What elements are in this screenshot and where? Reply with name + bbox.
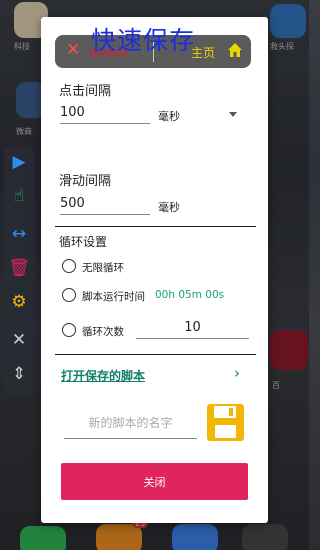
script-name-underline (64, 438, 197, 439)
close-button[interactable]: 关闭 (61, 463, 248, 500)
click-interval-label: 点击间隔 (59, 84, 112, 99)
unit-dropdown-caret-icon[interactable] (229, 112, 237, 117)
dialog-title: 快速保存 (91, 26, 196, 55)
radio-run-time-label: 脚本运行时间 (82, 291, 145, 303)
run-time-value[interactable]: 00h 05m 00s (155, 289, 224, 301)
swipe-interval-unit: 毫秒 (158, 201, 180, 214)
close-icon[interactable]: ✕ (4, 327, 34, 353)
play-icon[interactable]: ▶ (4, 149, 34, 175)
loop-count-input[interactable] (136, 320, 249, 339)
radio-loop-count-label: 循环次数 (82, 326, 124, 338)
swipe-interval-label: 滑动间隔 (59, 174, 112, 189)
swipe-arrows-icon[interactable]: ↔ (4, 221, 34, 247)
floating-toolbar: ▶ ☝ ↔ 🗑 ⚙ ✕ ⇕ (4, 147, 34, 395)
chevron-right-icon[interactable]: › (234, 364, 240, 382)
save-floppy-icon[interactable] (207, 404, 244, 445)
section-divider (55, 226, 256, 227)
swipe-interval-input[interactable] (60, 196, 150, 215)
tap-hand-icon[interactable]: ☝ (4, 183, 34, 209)
close-x-icon[interactable]: ✕ (66, 40, 80, 60)
trash-icon[interactable]: 🗑 (4, 255, 34, 281)
radio-infinite-loop-label: 无限循环 (82, 262, 124, 274)
loop-settings-label: 循环设置 (59, 235, 108, 249)
radio-loop-count[interactable] (62, 323, 76, 337)
click-interval-unit: 毫秒 (158, 110, 180, 123)
quick-save-dialog: ✕ 保存脚本 主页 快速保存 点击间隔 毫秒 滑动间隔 毫秒 循环设置 无限循环… (41, 17, 268, 523)
radio-run-time[interactable] (62, 288, 76, 302)
gear-icon[interactable]: ⚙ (4, 289, 34, 315)
radio-infinite-loop[interactable] (62, 259, 76, 273)
section-divider (55, 354, 256, 355)
home-icon[interactable] (227, 42, 243, 62)
click-interval-input[interactable] (60, 105, 150, 124)
collapse-icon[interactable]: ⇕ (4, 361, 34, 387)
script-name-input[interactable]: 新的脚本的名字 (64, 414, 197, 431)
open-saved-scripts-link[interactable]: 打开保存的脚本 (61, 367, 145, 384)
